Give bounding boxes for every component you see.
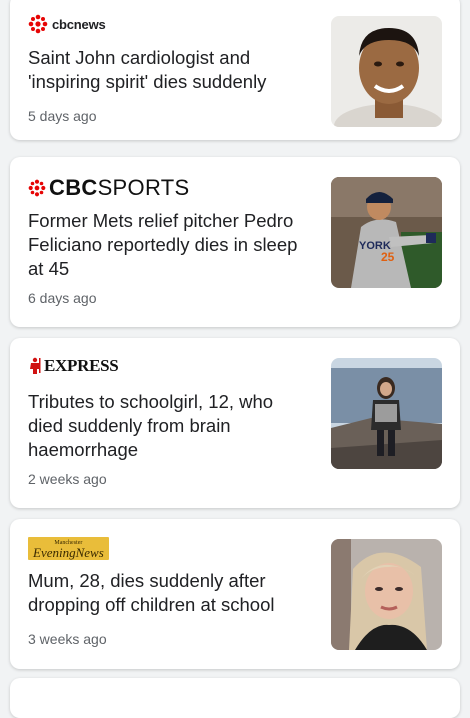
headline[interactable]: Saint John cardiologist and 'inspiring s… xyxy=(28,46,313,94)
thumbnail[interactable] xyxy=(331,539,442,650)
source-logo-cbc-news: cbcnews xyxy=(28,14,106,34)
news-card-partial[interactable] xyxy=(10,678,460,718)
source-name: cbcnews xyxy=(52,16,106,32)
news-card[interactable]: EXPRESS Tributes to schoolgirl, 12, who … xyxy=(10,338,460,508)
headline[interactable]: Former Mets relief pitcher Pedro Felicia… xyxy=(28,209,313,281)
girl-by-sea-photo-icon xyxy=(331,358,442,469)
timestamp: 2 weeks ago xyxy=(28,471,107,487)
source-logo-men: Manchester EveningNews xyxy=(28,537,109,560)
woman-selfie-photo-icon xyxy=(331,539,442,650)
man-portrait-photo-icon xyxy=(331,16,442,127)
timestamp: 5 days ago xyxy=(28,108,97,124)
source-name: EXPRESS xyxy=(44,356,119,375)
cbc-gem-icon xyxy=(28,179,46,197)
svg-text:25: 25 xyxy=(381,250,395,264)
thumbnail[interactable]: YORK 25 xyxy=(331,177,442,288)
thumbnail[interactable] xyxy=(331,16,442,127)
timestamp: 3 weeks ago xyxy=(28,631,107,647)
source-logo-cbc-sports: CBCSPORTS xyxy=(28,175,189,201)
news-card[interactable]: CBCSPORTS Former Mets relief pitcher Ped… xyxy=(10,157,460,327)
source-name: CBCSPORTS xyxy=(49,175,189,201)
source-name-bold: CBC xyxy=(49,175,98,200)
news-card[interactable]: cbcnews Saint John cardiologist and 'ins… xyxy=(10,0,460,140)
express-crusader-icon xyxy=(30,357,41,374)
news-card[interactable]: Manchester EveningNews Mum, 28, dies sud… xyxy=(10,519,460,669)
cbc-gem-icon xyxy=(28,14,48,34)
timestamp: 6 days ago xyxy=(28,290,97,306)
source-logo-express: EXPRESS xyxy=(28,356,119,376)
thumbnail[interactable] xyxy=(331,358,442,469)
headline[interactable]: Mum, 28, dies suddenly after dropping of… xyxy=(28,569,313,617)
source-name-rest: SPORTS xyxy=(97,175,190,200)
source-name: EveningNews xyxy=(33,545,104,560)
baseball-pitcher-photo-icon: YORK 25 xyxy=(331,177,442,288)
men-logo-badge: Manchester EveningNews xyxy=(28,537,109,560)
headline[interactable]: Tributes to schoolgirl, 12, who died sud… xyxy=(28,390,313,462)
